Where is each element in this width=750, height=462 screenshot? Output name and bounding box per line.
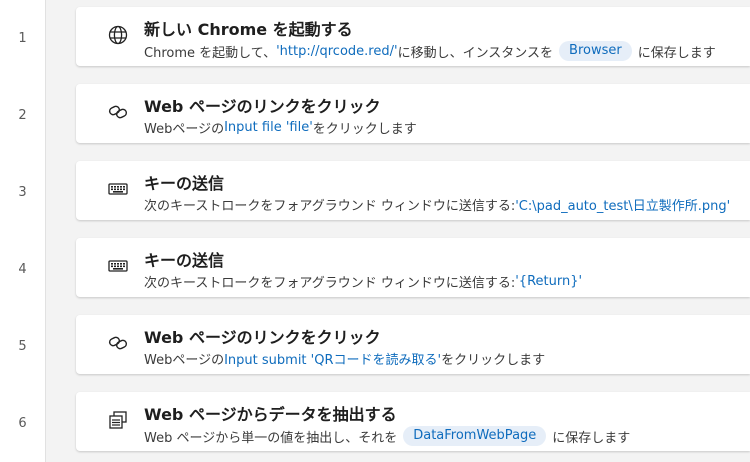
flow-step-5: 5 Web ページのリンクをクリック Webページの Input submit … — [0, 308, 750, 385]
flow-step-1: 1 新しい Chrome を起動する Chrome を起動して、 'http:/… — [0, 0, 750, 77]
desc-text: に保存します — [637, 45, 716, 61]
action-title: キーの送信 — [144, 174, 225, 193]
desc-text: Chrome を起動して、 — [144, 45, 277, 61]
desc-text: をクリックします — [441, 353, 546, 368]
action-description: Web ページから単一の値を抽出し、それを DataFromWebPage に保… — [144, 426, 630, 446]
action-card[interactable]: Web ページからデータを抽出する Web ページから単一の値を抽出し、それを … — [76, 392, 750, 451]
step-number: 6 — [18, 416, 27, 431]
action-title: 新しい Chrome を起動する — [144, 20, 353, 39]
ui-element-value: Input submit 'QRコードを読み取る' — [224, 353, 442, 368]
action-title: キーの送信 — [144, 251, 225, 270]
extract-data-icon — [106, 408, 130, 432]
action-description: Webページの Input file 'file' をクリックします — [144, 118, 417, 137]
step-number: 3 — [18, 185, 27, 200]
desc-text: 次のキーストロークをフォアグラウンド ウィンドウに送信する: — [144, 199, 516, 214]
variable-pill[interactable]: Browser — [559, 41, 632, 61]
desc-text: Webページの — [144, 353, 225, 368]
action-description: 次のキーストロークをフォアグラウンド ウィンドウに送信する: 'C:\pad_a… — [144, 195, 730, 214]
action-description: 次のキーストロークをフォアグラウンド ウィンドウに送信する: '{Return}… — [144, 272, 582, 291]
globe-icon — [106, 23, 130, 47]
step-number: 1 — [18, 31, 27, 46]
keyboard-icon — [106, 177, 130, 201]
desc-text: 次のキーストロークをフォアグラウンド ウィンドウに送信する: — [144, 276, 516, 291]
keystroke-value: 'C:\pad_auto_test\日立製作所.png' — [515, 199, 731, 214]
link-icon — [106, 100, 130, 124]
desc-text: に保存します — [552, 430, 631, 446]
desc-text: Webページの — [144, 122, 225, 137]
action-description: Webページの Input submit 'QRコードを読み取る' をクリックし… — [144, 349, 545, 368]
flow-step-3: 3 キーの送信 次のキーストロークをフォアグラウンド ウィンドウに送信する: '… — [0, 154, 750, 231]
action-card[interactable]: 新しい Chrome を起動する Chrome を起動して、 'http://q… — [76, 7, 750, 66]
link-icon — [106, 331, 130, 355]
action-title: Web ページからデータを抽出する — [144, 405, 397, 424]
action-card[interactable]: キーの送信 次のキーストロークをフォアグラウンド ウィンドウに送信する: 'C:… — [76, 161, 750, 220]
desc-text: に移動し、インスタンスを — [397, 45, 554, 61]
desc-text: Web ページから単一の値を抽出し、それを — [144, 430, 398, 446]
keystroke-value: '{Return}' — [515, 274, 583, 289]
variable-pill[interactable]: DataFromWebPage — [403, 426, 547, 446]
action-card[interactable]: Web ページのリンクをクリック Webページの Input submit 'Q… — [76, 315, 750, 374]
action-title: Web ページのリンクをクリック — [144, 328, 381, 347]
step-number: 2 — [18, 108, 27, 123]
flow-step-2: 2 Web ページのリンクをクリック Webページの Input file 'f… — [0, 77, 750, 154]
action-card[interactable]: キーの送信 次のキーストロークをフォアグラウンド ウィンドウに送信する: '{R… — [76, 238, 750, 297]
action-title: Web ページのリンクをクリック — [144, 97, 381, 116]
desc-text: をクリックします — [312, 122, 417, 137]
keyboard-icon — [106, 254, 130, 278]
flow-step-4: 4 キーの送信 次のキーストロークをフォアグラウンド ウィンドウに送信する: '… — [0, 231, 750, 308]
step-number: 4 — [18, 262, 27, 277]
url-value: 'http://qrcode.red/' — [276, 43, 398, 59]
flow-step-6: 6 Web ページからデータを抽出する Web ページから単一の値を抽出し、それ… — [0, 385, 750, 462]
step-number: 5 — [18, 339, 27, 354]
ui-element-value: Input file 'file' — [224, 120, 313, 135]
action-description: Chrome を起動して、 'http://qrcode.red/' に移動し、… — [144, 41, 716, 61]
action-card[interactable]: Web ページのリンクをクリック Webページの Input file 'fil… — [76, 84, 750, 143]
